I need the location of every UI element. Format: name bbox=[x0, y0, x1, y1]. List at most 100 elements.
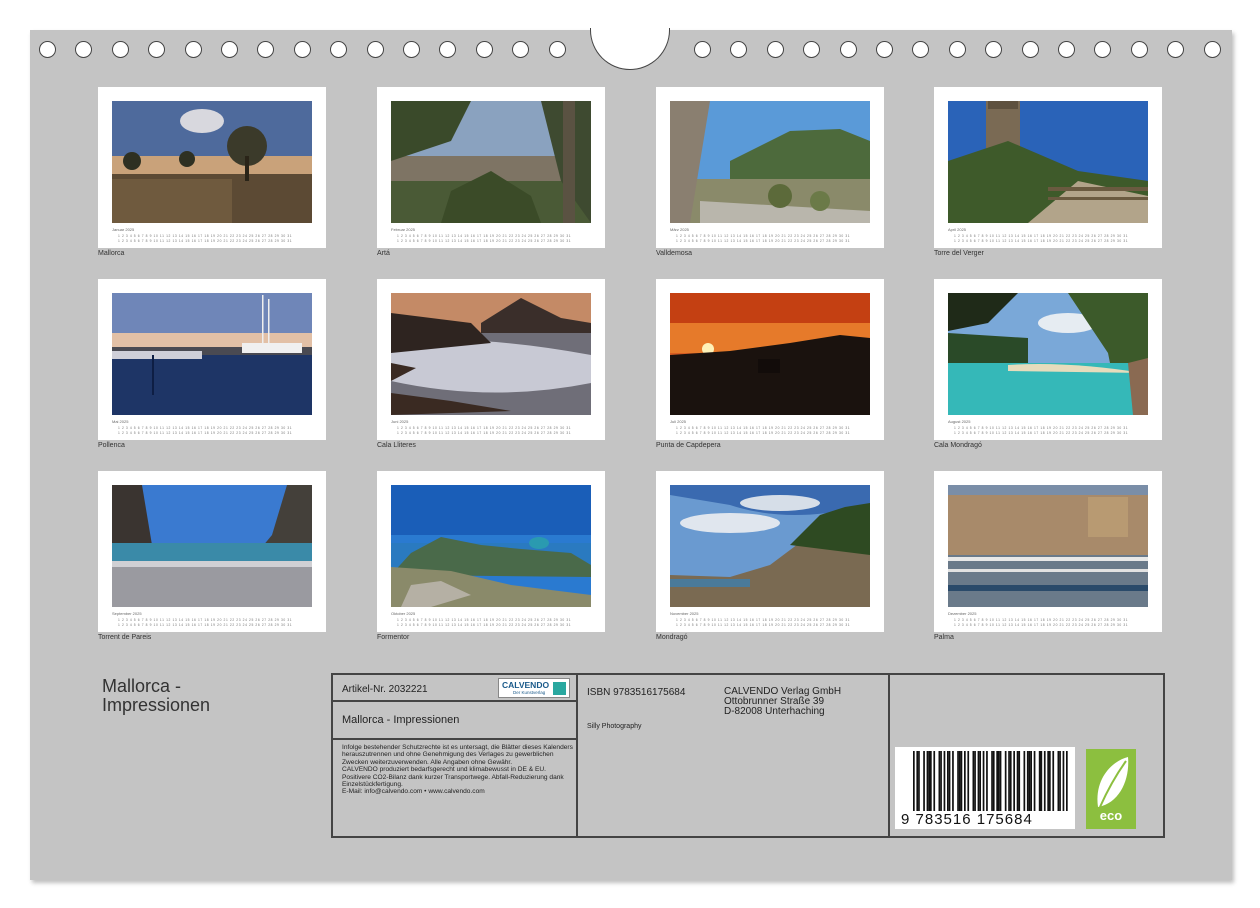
calendar-day-row: 1 2 3 4 5 6 7 8 9 10 11 12 13 14 15 16 1… bbox=[954, 623, 1129, 627]
binding-hole bbox=[39, 41, 56, 58]
binding-hole bbox=[293, 41, 311, 58]
binding-hole bbox=[257, 41, 275, 58]
month-photo bbox=[670, 293, 870, 415]
article-number: Artikel-Nr. 2032221 bbox=[342, 684, 428, 695]
month-caption: Pollenca bbox=[98, 442, 125, 449]
month-photo bbox=[948, 293, 1148, 415]
calendar-day-row: 1 2 3 4 5 6 7 8 9 10 11 12 13 14 15 16 1… bbox=[954, 234, 1129, 238]
calendar-day-row: 1 2 3 4 5 6 7 8 9 10 11 12 13 14 15 16 1… bbox=[676, 431, 851, 435]
month-photo bbox=[112, 485, 312, 607]
publisher-address: CALVENDO Verlag GmbH Ottobrunner Straße … bbox=[724, 687, 841, 717]
binding-hole bbox=[221, 41, 238, 58]
calendar-day-row: 1 2 3 4 5 6 7 8 9 10 11 12 13 14 15 16 1… bbox=[118, 426, 293, 430]
binding-hole bbox=[948, 41, 966, 58]
calendar-day-row: 1 2 3 4 5 6 7 8 9 10 11 12 13 14 15 16 1… bbox=[397, 234, 572, 238]
calendar-day-row: 1 2 3 4 5 6 7 8 9 10 11 12 13 14 15 16 1… bbox=[118, 234, 293, 238]
publisher-cell: ISBN 9783516175684 Silly Photography CAL… bbox=[578, 675, 890, 836]
month-caption: Torrent de Pareis bbox=[98, 634, 152, 641]
binding-hole bbox=[111, 41, 129, 58]
calendar-day-row: 1 2 3 4 5 6 7 8 9 10 11 12 13 14 15 16 1… bbox=[676, 623, 851, 627]
month-caption: Formentor bbox=[377, 634, 410, 641]
calendar-day-row: 1 2 3 4 5 6 7 8 9 10 11 12 13 14 15 16 1… bbox=[397, 426, 572, 430]
binding-hole bbox=[403, 41, 420, 58]
month-label: Oktober 2025 bbox=[391, 611, 416, 616]
calendar-day-row: 1 2 3 4 5 6 7 8 9 10 11 12 13 14 15 16 1… bbox=[676, 426, 851, 430]
month-photo bbox=[670, 485, 870, 607]
calvendo-logo: CALVENDO Der Kunstverlag bbox=[498, 678, 570, 698]
binding-hole bbox=[548, 41, 566, 58]
calendar-day-row: 1 2 3 4 5 6 7 8 9 10 11 12 13 14 15 16 1… bbox=[397, 623, 572, 627]
calendar-day-row: 1 2 3 4 5 6 7 8 9 10 11 12 13 14 15 16 1… bbox=[676, 618, 851, 622]
binding-hole bbox=[730, 41, 748, 58]
isbn: ISBN 9783516175684 bbox=[587, 687, 686, 698]
product-title-cell: Mallorca - Impressionen bbox=[333, 702, 578, 740]
month-preview-card: Dezember 2025 1 2 3 4 5 6 7 8 9 10 11 12 … bbox=[934, 471, 1162, 632]
month-photo bbox=[391, 293, 591, 415]
calendar-day-row: 1 2 3 4 5 6 7 8 9 10 11 12 13 14 15 16 1… bbox=[118, 239, 293, 243]
month-label: März 2025 bbox=[670, 227, 689, 232]
eco-badge: eco bbox=[1086, 749, 1136, 829]
month-photo bbox=[670, 101, 870, 223]
month-photo bbox=[391, 485, 591, 607]
product-info-box: Artikel-Nr. 2032221 CALVENDO Der Kunstve… bbox=[331, 673, 1165, 838]
binding-hole bbox=[75, 41, 93, 58]
binding-hole bbox=[766, 41, 784, 58]
author: Silly Photography bbox=[587, 723, 642, 730]
binding-hole bbox=[1203, 41, 1221, 58]
month-caption: Artá bbox=[377, 250, 390, 257]
month-preview-card: Mai 2025 1 2 3 4 5 6 7 8 9 10 11 12 13 14… bbox=[98, 279, 326, 440]
month-photo bbox=[948, 485, 1148, 607]
binding-hole bbox=[876, 41, 893, 58]
month-caption: Palma bbox=[934, 634, 954, 641]
binding-hole bbox=[694, 41, 711, 58]
binding-hole bbox=[839, 41, 857, 58]
month-preview-card: September 2025 1 2 3 4 5 6 7 8 9 10 11 12… bbox=[98, 471, 326, 632]
publisher-city: D-82008 Unterhaching bbox=[724, 706, 825, 717]
month-photo bbox=[948, 101, 1148, 223]
article-cell: Artikel-Nr. 2032221 CALVENDO Der Kunstve… bbox=[333, 675, 578, 702]
product-title: Mallorca - Impressionen bbox=[342, 714, 460, 726]
calendar-day-row: 1 2 3 4 5 6 7 8 9 10 11 12 13 14 15 16 1… bbox=[397, 618, 572, 622]
month-preview-card: November 2025 1 2 3 4 5 6 7 8 9 10 11 12 … bbox=[656, 471, 884, 632]
month-caption: Mallorca bbox=[98, 250, 125, 257]
month-caption: Valldemosa bbox=[656, 250, 693, 257]
month-label: September 2025 bbox=[112, 611, 142, 616]
calendar-day-row: 1 2 3 4 5 6 7 8 9 10 11 12 13 14 15 16 1… bbox=[676, 239, 851, 243]
month-preview-card: Februar 2025 1 2 3 4 5 6 7 8 9 10 11 12 1… bbox=[377, 87, 605, 248]
month-preview-card: Juni 2025 1 2 3 4 5 6 7 8 9 10 11 12 13 1… bbox=[377, 279, 605, 440]
binding-hole bbox=[1094, 41, 1112, 58]
calvendo-logo-mark bbox=[553, 682, 566, 695]
barcode-bars bbox=[913, 751, 1068, 811]
binding-hole bbox=[803, 41, 821, 58]
binding-hole bbox=[148, 41, 166, 58]
binding-hole bbox=[1021, 41, 1039, 58]
isbn-barcode: 9 783516 175684 bbox=[895, 747, 1075, 829]
calendar-day-row: 1 2 3 4 5 6 7 8 9 10 11 12 13 14 15 16 1… bbox=[118, 623, 293, 627]
legal-notice: Infolge bestehender Schutzrechte ist es … bbox=[342, 744, 573, 796]
calendar-day-row: 1 2 3 4 5 6 7 8 9 10 11 12 13 14 15 16 1… bbox=[954, 431, 1129, 435]
month-photo bbox=[112, 293, 312, 415]
month-caption: Cala Lliteres bbox=[377, 442, 416, 449]
calvendo-logo-subtext: Der Kunstverlag bbox=[513, 690, 546, 695]
month-label: Juli 2025 bbox=[670, 419, 687, 424]
month-label: Dezember 2025 bbox=[948, 611, 977, 616]
calvendo-logo-text: CALVENDO bbox=[502, 680, 550, 690]
month-label: Januar 2025 bbox=[112, 227, 135, 232]
calendar-day-row: 1 2 3 4 5 6 7 8 9 10 11 12 13 14 15 16 1… bbox=[118, 618, 293, 622]
calendar-title: Mallorca - Impressionen bbox=[102, 676, 211, 715]
month-preview-card: Oktober 2025 1 2 3 4 5 6 7 8 9 10 11 12 1… bbox=[377, 471, 605, 632]
calendar-day-row: 1 2 3 4 5 6 7 8 9 10 11 12 13 14 15 16 1… bbox=[397, 431, 572, 435]
binding-hole bbox=[184, 41, 202, 58]
month-label: Mai 2025 bbox=[112, 419, 129, 424]
calendar-day-row: 1 2 3 4 5 6 7 8 9 10 11 12 13 14 15 16 1… bbox=[118, 431, 293, 435]
month-caption: Mondragó bbox=[656, 634, 688, 641]
month-caption: Cala Mondragó bbox=[934, 442, 982, 449]
binding-hole bbox=[475, 41, 493, 58]
month-label: April 2025 bbox=[948, 227, 967, 232]
binding-hole bbox=[912, 41, 930, 58]
month-preview-card: April 2025 1 2 3 4 5 6 7 8 9 10 11 12 13 … bbox=[934, 87, 1162, 248]
calendar-day-row: 1 2 3 4 5 6 7 8 9 10 11 12 13 14 15 16 1… bbox=[954, 618, 1129, 622]
calendar-day-row: 1 2 3 4 5 6 7 8 9 10 11 12 13 14 15 16 1… bbox=[676, 234, 851, 238]
month-label: Februar 2025 bbox=[391, 227, 416, 232]
binding-hole bbox=[512, 41, 530, 58]
